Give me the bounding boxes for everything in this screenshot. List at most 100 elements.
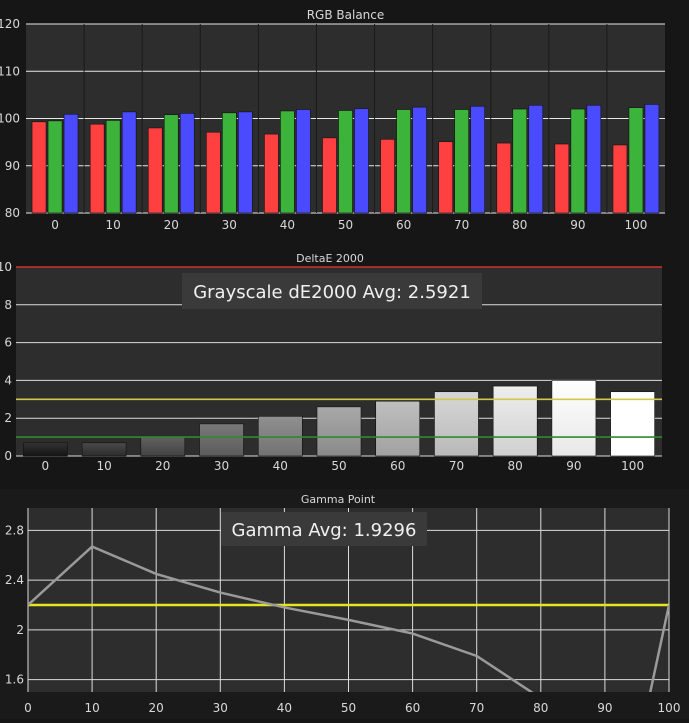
blue-bar: [296, 109, 311, 214]
red-bar: [147, 127, 163, 214]
x-tick-label: 20: [149, 701, 164, 715]
x-tick-label: 90: [597, 701, 612, 715]
deltae-bar: [610, 391, 655, 457]
deltae-bar: [23, 442, 68, 457]
green-bar: [628, 107, 644, 214]
red-bar: [31, 121, 47, 214]
green-bar: [570, 108, 586, 214]
y-tick-label: 10: [0, 260, 12, 274]
y-tick-label: 2.4: [5, 573, 24, 587]
green-bar: [512, 108, 528, 214]
x-tick-label: 90: [566, 459, 581, 473]
chart-canvas: RGB Balance80901001101200 10 20 30 40 50 60 70 8…: [0, 8, 689, 719]
x-tick-label: 0: [42, 459, 50, 473]
deltae-bar: [492, 385, 538, 457]
chart-title: RGB Balance: [307, 8, 385, 22]
red-bar: [496, 142, 512, 214]
green-bar: [454, 109, 469, 214]
x-tick-label: 50: [341, 701, 356, 715]
x-tick-label: 80: [512, 218, 527, 232]
x-tick-label: 30: [213, 701, 228, 715]
red-bar: [380, 138, 395, 214]
x-tick-label: 50: [338, 218, 353, 232]
green-bar: [338, 110, 353, 214]
y-tick-label: 110: [0, 64, 20, 78]
y-tick-label: 0: [4, 449, 12, 463]
x-tick-label: 70: [449, 459, 464, 473]
deltae-bar: [257, 416, 303, 457]
y-tick-label: 8: [4, 298, 12, 312]
blue-bar: [644, 104, 660, 214]
x-tick-label: 40: [277, 701, 292, 715]
x-tick-label: 40: [273, 459, 288, 473]
x-tick-label: 60: [405, 701, 420, 715]
x-tick-label: 50: [331, 459, 346, 473]
x-tick-label: 100: [625, 218, 648, 232]
x-tick-label: 80: [508, 459, 523, 473]
blue-bar: [63, 113, 79, 214]
red-bar: [612, 144, 628, 214]
x-tick-label: 70: [469, 701, 484, 715]
chart-title: DeltaE 2000: [296, 252, 364, 265]
y-tick-label: 4: [4, 373, 12, 387]
y-tick-label: 80: [5, 206, 20, 220]
deltae-bar: [551, 380, 597, 457]
deltae-bar: [434, 391, 479, 457]
x-tick-label: 30: [214, 459, 229, 473]
rgb-balance-chart: RGB Balance 80 90 100 110 120 0 10 20 30 40 50 60 70 8…: [0, 8, 665, 232]
y-tick-label: 2.8: [5, 523, 24, 537]
avg-annotation: Gamma Avg: 1.9296: [221, 512, 427, 546]
blue-bar: [354, 108, 369, 214]
red-bar: [322, 137, 337, 214]
x-tick-label: 0: [24, 701, 32, 715]
red-bar: [206, 131, 221, 214]
blue-bar: [528, 104, 544, 214]
x-tick-label: 20: [164, 218, 179, 232]
y-tick-label: 2: [16, 623, 24, 637]
x-tick-label: 20: [155, 459, 170, 473]
x-tick-label: 40: [280, 218, 295, 232]
y-tick-label: 120: [0, 17, 20, 31]
x-tick-label: 70: [454, 218, 469, 232]
green-bar: [163, 114, 179, 214]
chart-title: Gamma Point: [301, 493, 376, 506]
blue-bar: [121, 111, 137, 214]
blue-bar: [470, 105, 485, 214]
x-tick-label: 100: [658, 701, 681, 715]
green-bar: [47, 120, 63, 214]
x-tick-label: 30: [222, 218, 237, 232]
deltae-bar: [199, 423, 244, 457]
y-tick-label: 2: [4, 411, 12, 425]
y-tick-label: 90: [5, 159, 20, 173]
gamma-chart: Gamma Point 1.6 2 2.4 2.8 0 10 20 30 40 50 60 70 80 90…: [0, 489, 689, 719]
deltae-bar: [375, 400, 421, 457]
green-bar: [396, 109, 411, 214]
deltae-bar: [140, 436, 186, 457]
red-bar: [89, 123, 105, 214]
green-bar: [280, 110, 295, 214]
x-tick-label: 10: [84, 701, 99, 715]
blue-bar: [586, 104, 602, 214]
x-tick-label: 10: [96, 459, 111, 473]
x-tick-label: 60: [396, 218, 411, 232]
green-bar: [222, 112, 237, 214]
x-tick-label: 80: [533, 701, 548, 715]
blue-bar: [412, 106, 427, 214]
annotation-text: Gamma Avg: 1.9296: [232, 520, 417, 541]
deltae-bar: [81, 442, 127, 457]
x-tick-label: 90: [570, 218, 585, 232]
annotation-text: Grayscale dE2000 Avg: 2.5921: [193, 282, 471, 303]
y-tick-label: 100: [0, 112, 20, 126]
blue-bar: [179, 113, 195, 214]
x-tick-label: 100: [621, 459, 644, 473]
y-tick-label: 1.6: [5, 673, 24, 687]
red-bar: [264, 133, 279, 214]
y-tick-label: 6: [4, 336, 12, 350]
deltae-chart: DeltaE 200002468100 10 20 30 40 50 60 70 80 90 100…: [0, 252, 662, 473]
x-tick-label: 60: [390, 459, 405, 473]
deltae-bar: [316, 406, 362, 457]
green-bar: [105, 120, 121, 214]
x-tick-label: 10: [105, 218, 120, 232]
avg-annotation: Grayscale dE2000 Avg: 2.5921: [182, 273, 482, 309]
blue-bar: [238, 111, 253, 214]
